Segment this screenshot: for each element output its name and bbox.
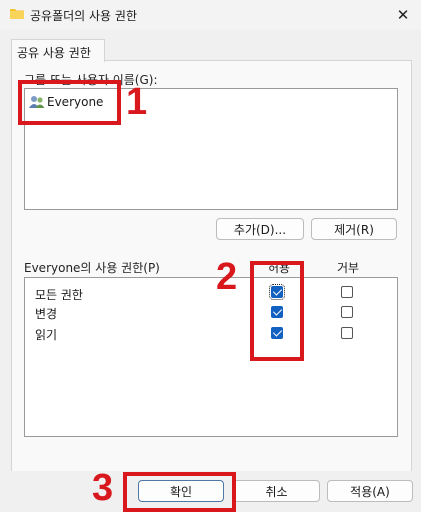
perm-row-label-change: 변경 xyxy=(35,307,58,321)
deny-column-header: 거부 xyxy=(337,261,360,275)
annotation-number-1: 1 xyxy=(126,81,148,123)
deny-full-control-checkbox[interactable] xyxy=(341,286,353,298)
window-title: 공유폴더의 사용 권한 xyxy=(30,9,137,23)
permissions-label: Everyone의 사용 권한(P) xyxy=(24,261,160,275)
folder-icon xyxy=(10,9,24,19)
deny-read-checkbox[interactable] xyxy=(341,327,353,339)
permissions-list: 모든 권한 변경 읽기 xyxy=(24,277,398,437)
annotation-number-3: 3 xyxy=(92,467,114,509)
annotation-box-2 xyxy=(250,261,304,361)
perm-row-label-read: 읽기 xyxy=(35,328,58,342)
title-bar: 공유폴더의 사용 권한 ✕ xyxy=(0,0,421,30)
close-button[interactable]: ✕ xyxy=(391,4,415,26)
remove-button[interactable]: 제거(R) xyxy=(311,218,397,240)
deny-change-checkbox[interactable] xyxy=(341,306,353,318)
tab-share-permissions[interactable]: 공유 사용 권한 xyxy=(11,39,105,62)
cancel-button[interactable]: 취소 xyxy=(233,480,320,502)
add-button[interactable]: 추가(D)... xyxy=(216,218,304,240)
perm-row-label-full: 모든 권한 xyxy=(35,288,83,302)
annotation-box-3 xyxy=(123,472,236,512)
annotation-number-2: 2 xyxy=(216,256,238,298)
annotation-box-1 xyxy=(18,80,121,125)
apply-button[interactable]: 적용(A) xyxy=(327,480,413,502)
tab-label: 공유 사용 권한 xyxy=(17,46,91,60)
